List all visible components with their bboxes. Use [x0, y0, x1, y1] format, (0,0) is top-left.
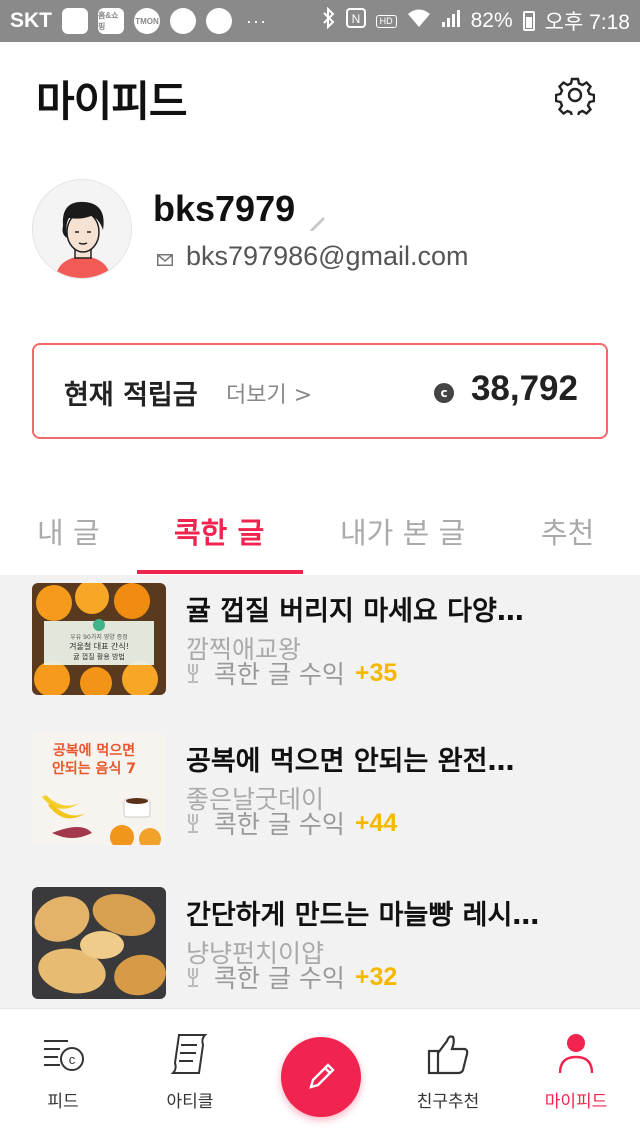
nfc-icon: N [345, 8, 366, 34]
article-title: 귤 껍질 버리지 마세요 다양… [186, 596, 524, 627]
svg-text:N: N [351, 12, 360, 26]
article-stats: 콕한 글 수익 +35 [186, 655, 397, 691]
battery-percent: 82% [470, 9, 513, 32]
avatar[interactable] [32, 179, 132, 279]
nav-article[interactable]: 아티클 [135, 1029, 245, 1112]
coin-icon: c [434, 383, 454, 403]
page-title: 마이피드 [36, 77, 188, 126]
fork-icon [188, 968, 198, 987]
pencil-edit-icon[interactable] [308, 212, 328, 232]
fork-icon [188, 814, 198, 833]
thumb-text-1: 공복에 먹으면 [53, 742, 135, 759]
fork-icon [188, 664, 198, 683]
list-item[interactable]: 공복에 먹으면 안되는 음식 7 공복에 먹으면 안되는 완전… 좋은날굿데이 … [0, 725, 640, 875]
earnings-value: +35 [354, 658, 398, 687]
username: bks7979 [153, 188, 296, 229]
tab-my-posts[interactable]: 내 글 [37, 510, 100, 552]
nav-my-feed[interactable]: 마이피드 [521, 1029, 631, 1112]
tab-viewed-posts[interactable]: 내가 본 글 [340, 510, 465, 552]
nav-article-label: 아티클 [166, 1092, 214, 1112]
battery-icon [522, 11, 535, 31]
email-address: bks797986@gmail.com [186, 241, 469, 271]
write-button[interactable] [281, 1037, 361, 1117]
thumb-text-2: 안되는 음식 7 [52, 760, 136, 777]
points-value: 38,792 [470, 369, 578, 408]
list-item[interactable]: 간단하게 만드는 마늘빵 레시… 냥냥펀치이얍 콕한 글 수익 +32 [0, 875, 640, 1008]
stat-label: 콕한 글 수익 [214, 810, 345, 839]
thumbs-up-icon [427, 1035, 469, 1075]
article-title: 간단하게 만드는 마늘빵 레시… [186, 900, 540, 931]
nav-feed-label: 피드 [47, 1092, 79, 1112]
nav-friend-recommend[interactable]: 친구추천 [393, 1029, 503, 1112]
carrier-label: SKT [10, 9, 52, 32]
nav-feed[interactable]: c 피드 [8, 1029, 118, 1112]
active-tab-indicator [137, 570, 303, 574]
points-card[interactable]: 현재 적립금 더보기 > c 38,792 [32, 343, 608, 439]
message-icon [206, 8, 232, 34]
thumb-caption-2: 겨울철 대표 간식! [69, 641, 129, 651]
mail-icon [157, 251, 173, 266]
signal-icon [441, 8, 461, 34]
article-stats: 콕한 글 수익 +44 [186, 805, 397, 841]
earnings-value: +32 [354, 962, 398, 991]
bluetooth-icon [322, 6, 336, 35]
gallery-icon [62, 8, 88, 34]
points-more-link[interactable]: 더보기 > [226, 377, 312, 409]
nav-my-feed-label: 마이피드 [544, 1092, 608, 1112]
empty-stomach-food-thumbnail: 공복에 먹으면 안되는 음식 7 [32, 733, 166, 845]
status-bar: SKT 홈&쇼핑 TMON ··· N HD 82% 오후 7:18 [0, 0, 640, 42]
article-list: 우유 90가지 영양 증정 겨울철 대표 간식! 귤 껍질 활용 방법 귤 껍질… [0, 575, 640, 1008]
nongshim-icon: 홈&쇼핑 [98, 8, 124, 34]
tmon-icon: TMON [134, 8, 160, 34]
gear-icon[interactable] [554, 75, 596, 119]
stat-label: 콕한 글 수익 [214, 964, 345, 993]
bottom-nav: c 피드 아티클 친구추천 마이피드 [0, 1008, 640, 1138]
clock: 오후 7:18 [544, 11, 630, 34]
tab-bar: 내 글 콕한 글 내가 본 글 추천 [0, 500, 640, 575]
earnings-value: +44 [354, 808, 398, 837]
person-icon [558, 1034, 594, 1074]
stat-label: 콕한 글 수익 [214, 660, 345, 689]
points-label: 현재 적립금 [64, 380, 198, 411]
tab-recommended[interactable]: 추천 [541, 510, 594, 552]
pencil-icon [309, 1063, 335, 1089]
hd-voice-icon: HD [375, 14, 397, 28]
nav-friend-recommend-label: 친구추천 [416, 1092, 480, 1112]
more-notifications-icon: ··· [246, 10, 267, 31]
article-title: 공복에 먹으면 안되는 완전… [186, 746, 515, 777]
article-icon [170, 1034, 208, 1074]
tab-liked-posts[interactable]: 콕한 글 [174, 510, 264, 552]
list-item[interactable]: 우유 90가지 영양 증정 겨울철 대표 간식! 귤 껍질 활용 방법 귤 껍질… [0, 575, 640, 725]
chat-icon [170, 8, 196, 34]
garlic-bread-thumbnail [32, 887, 166, 999]
feed-icon: c [44, 1040, 84, 1071]
wifi-icon [407, 8, 431, 34]
thumb-caption-1: 우유 90가지 영양 증정 [70, 633, 128, 641]
tangerine-thumbnail: 우유 90가지 영양 증정 겨울철 대표 간식! 귤 껍질 활용 방법 [32, 583, 166, 695]
svg-text:c: c [69, 1052, 76, 1067]
thumb-caption-3: 귤 껍질 활용 방법 [73, 652, 125, 661]
article-stats: 콕한 글 수익 +32 [186, 959, 397, 995]
